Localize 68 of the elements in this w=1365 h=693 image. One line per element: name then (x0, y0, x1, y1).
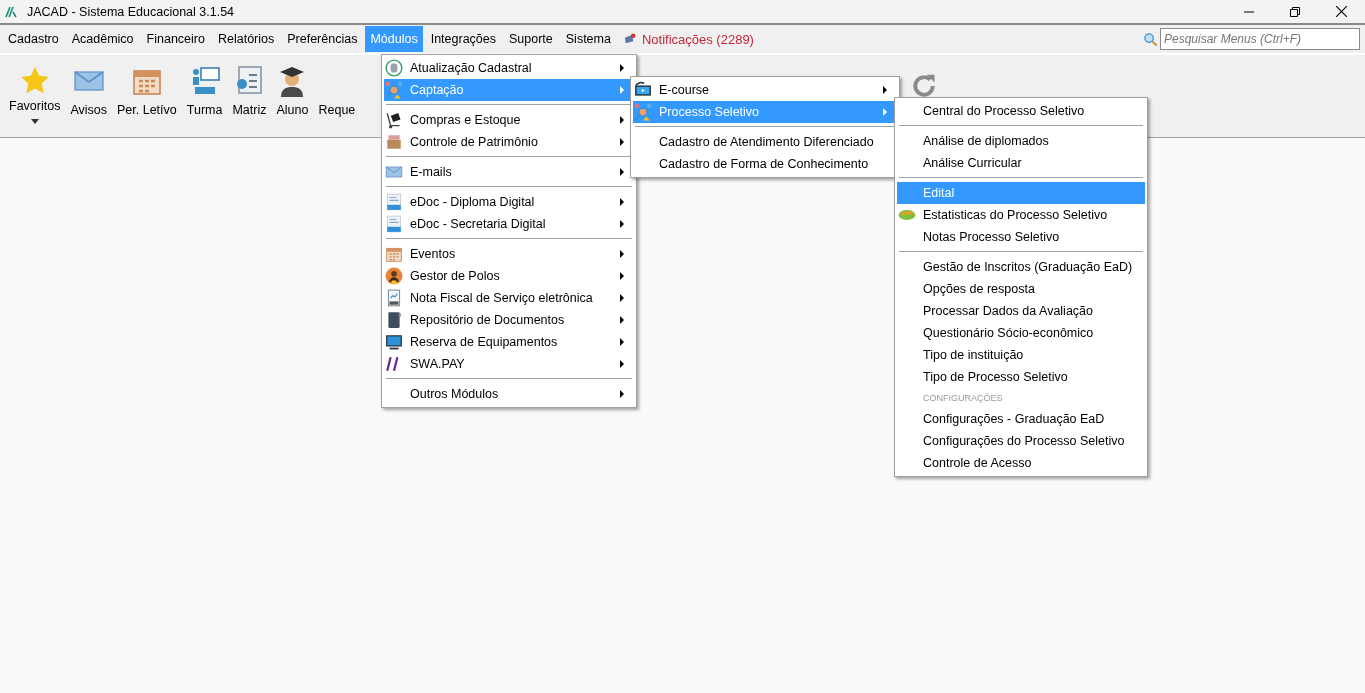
menu-bar-item[interactable]: Integrações (425, 26, 501, 52)
menu-bar-item[interactable]: Suporte (504, 26, 558, 52)
menu-bar-item[interactable]: Sistema (560, 26, 616, 52)
menu-item[interactable]: E-mails (384, 161, 634, 183)
menu-item[interactable]: Controle de Acesso (897, 452, 1145, 474)
toolbar-button[interactable]: Reque (314, 55, 360, 117)
hand-truck-icon (385, 111, 403, 129)
menu-item[interactable]: Configurações do Processo Seletivo (897, 430, 1145, 452)
menu-bar-item[interactable]: Relatórios (212, 26, 280, 52)
window-title: JACAD - Sistema Educacional 3.1.54 (27, 4, 235, 19)
toolbar-button[interactable]: Aluno (272, 55, 313, 117)
menu-item[interactable]: eDoc - Secretaria Digital (384, 213, 634, 235)
toolbar-button[interactable]: Avisos (66, 55, 111, 117)
menu-item[interactable]: Reserva de Equipamentos (384, 331, 634, 353)
monitor-icon (634, 81, 652, 99)
database-icon (385, 59, 403, 77)
restore-icon[interactable] (1290, 6, 1300, 17)
menu-item[interactable]: Análise de diplomados (897, 130, 1145, 152)
menu-item[interactable]: Nota Fiscal de Serviço eletrônica (384, 287, 634, 309)
menu-bar-item[interactable]: Preferências (282, 26, 363, 52)
monitor-icon (385, 333, 403, 351)
search-field[interactable]: Pesquisar Menus (Ctrl+F) (1160, 28, 1360, 50)
menu-item[interactable]: Processar Dados da Avaliação (897, 300, 1145, 322)
menu-item[interactable]: Gestão de Inscritos (Graduação EaD) (897, 256, 1145, 278)
toolbar-button[interactable]: Turma (182, 55, 227, 117)
menu-item[interactable]: Repositório de Documentos (384, 309, 634, 331)
menu-item[interactable]: Questionário Sócio-econômico (897, 322, 1145, 344)
menu-item[interactable]: Cadastro de Forma de Conhecimento (633, 153, 897, 175)
close-icon[interactable] (1336, 6, 1347, 17)
menu-item[interactable]: Tipo de Processo Seletivo (897, 366, 1145, 388)
menu-item[interactable]: Estatisticas do Processo Seletivo (897, 204, 1145, 226)
menu-item[interactable]: Compras e Estoque (384, 109, 634, 131)
menu-item[interactable]: Tipo de instituição (897, 344, 1145, 366)
menu-item[interactable]: Atualização Cadastral (384, 57, 634, 79)
search-icon (1143, 31, 1158, 47)
toolbar-button[interactable]: Matriz (228, 55, 271, 117)
box-icon (385, 133, 403, 151)
person-icon (385, 267, 403, 285)
menu-item[interactable]: Opções de resposta (897, 278, 1145, 300)
binder-icon (385, 311, 403, 329)
envelope-icon (385, 163, 403, 181)
toolbar-button[interactable]: Per. Letívo (113, 55, 181, 117)
menu-item[interactable]: SWA.PAY (384, 353, 634, 375)
menu-item[interactable]: eDoc - Diploma Digital (384, 191, 634, 213)
menu-item[interactable]: Notas Processo Seletivo (897, 226, 1145, 248)
menu-bar-item[interactable]: Acadêmico (66, 26, 139, 52)
notifications-link[interactable]: Notificações (2289) (641, 31, 754, 47)
menu-item[interactable]: E-course (633, 79, 897, 101)
menu-section-header: CONFIGURAÇÕES (923, 393, 1003, 403)
menu-bar-item[interactable]: Cadastro (3, 26, 64, 52)
calendar-icon (385, 245, 403, 263)
document-icon (385, 215, 403, 233)
toolbar-button[interactable]: Favoritos (5, 55, 65, 124)
menu-item[interactable]: Análise Curricular (897, 152, 1145, 174)
menu-item[interactable]: Configurações - Graduação EaD (897, 408, 1145, 430)
notification-icon[interactable] (622, 32, 636, 46)
menu-item[interactable]: Controle de Patrimônio (384, 131, 634, 153)
document-icon (385, 193, 403, 211)
menu-item[interactable]: Central do Processo Seletivo (897, 100, 1145, 122)
menu-item[interactable]: Eventos (384, 243, 634, 265)
people-search-icon (385, 81, 403, 99)
app-logo-icon (5, 5, 19, 18)
menu-bar-item[interactable]: Financeiro (141, 26, 210, 52)
receipt-icon (385, 289, 403, 307)
menu-item[interactable]: Cadastro de Atendimento Diferenciado (633, 131, 897, 153)
menu-item[interactable]: Gestor de Polos (384, 265, 634, 287)
people-search-icon (634, 103, 652, 121)
menu-item[interactable]: Outros Módulos (384, 383, 634, 405)
